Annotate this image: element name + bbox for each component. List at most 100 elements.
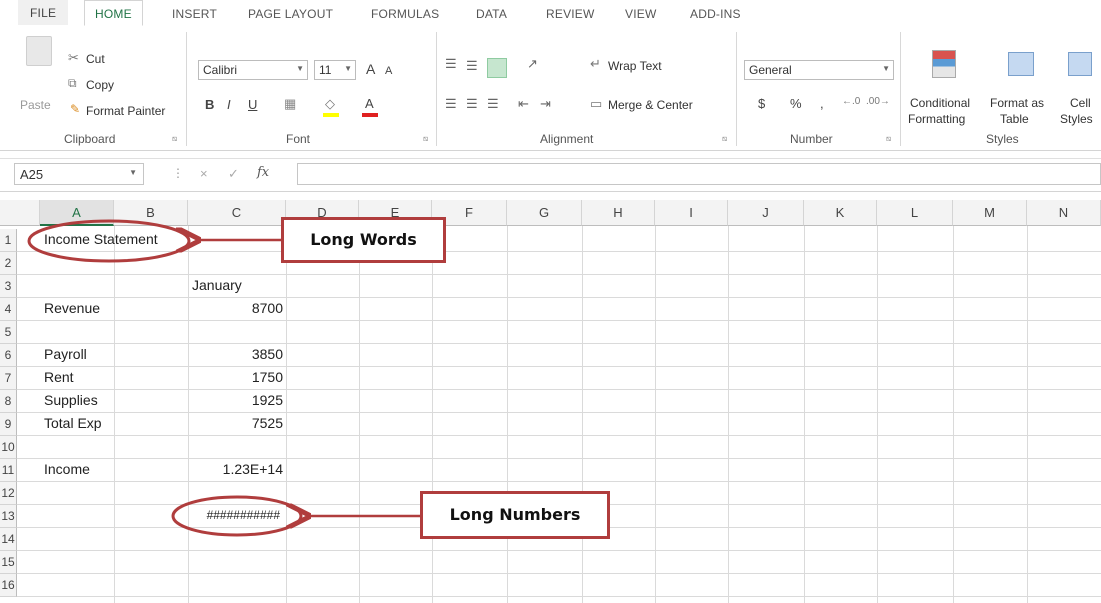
bold-button[interactable]: B bbox=[205, 97, 214, 112]
dialog-launcher-icon[interactable]: ⧅ bbox=[886, 134, 891, 144]
column-header[interactable]: J bbox=[728, 200, 804, 226]
row-header[interactable]: 11 bbox=[0, 459, 17, 482]
chevron-down-icon: ▼ bbox=[296, 64, 304, 73]
dialog-launcher-icon[interactable]: ⧅ bbox=[423, 134, 428, 144]
row-header[interactable]: 14 bbox=[0, 528, 17, 551]
row-header[interactable]: 16 bbox=[0, 574, 17, 597]
border-icon[interactable]: ▦ bbox=[284, 96, 296, 112]
increase-decimal-icon[interactable]: ←.0 bbox=[842, 96, 860, 107]
cell-c13[interactable]: ########### bbox=[188, 504, 280, 527]
cut-button[interactable]: Cut bbox=[86, 52, 105, 66]
column-header[interactable]: A bbox=[40, 200, 114, 226]
font-name-select[interactable]: Calibri ▼ bbox=[198, 60, 308, 80]
tab-view[interactable]: VIEW bbox=[625, 7, 656, 21]
cancel-button[interactable]: × bbox=[200, 166, 208, 181]
row-header[interactable]: 6 bbox=[0, 344, 17, 367]
cell-a11[interactable]: Income bbox=[44, 458, 90, 481]
format-as-table-button[interactable]: Format as Table bbox=[986, 34, 1050, 126]
align-bottom-button[interactable] bbox=[487, 58, 507, 78]
tab-add-ins[interactable]: ADD-INS bbox=[690, 7, 741, 21]
cell-styles-button[interactable]: Cell Styles bbox=[1054, 34, 1101, 126]
font-color-button[interactable]: A bbox=[365, 96, 374, 111]
conditional-formatting-label-line2: Formatting bbox=[908, 112, 966, 126]
name-box[interactable]: A25 ▼ bbox=[14, 163, 144, 185]
align-left-icon[interactable]: ☰ bbox=[445, 96, 457, 112]
dialog-launcher-icon[interactable]: ⧅ bbox=[172, 134, 177, 144]
column-header[interactable]: K bbox=[804, 200, 877, 226]
cell-a4[interactable]: Revenue bbox=[44, 297, 100, 320]
worksheet-grid[interactable] bbox=[0, 200, 1101, 603]
tab-data[interactable]: DATA bbox=[476, 7, 507, 21]
cell-c8[interactable]: 1925 bbox=[188, 389, 283, 412]
increase-font-size-button[interactable]: A bbox=[366, 61, 375, 77]
tab-home[interactable]: HOME bbox=[84, 0, 143, 26]
cell-c11[interactable]: 1.23E+14 bbox=[188, 458, 283, 481]
cell-c9[interactable]: 7525 bbox=[188, 412, 283, 435]
column-header[interactable]: L bbox=[877, 200, 953, 226]
enter-button[interactable]: ✓ bbox=[228, 166, 239, 182]
percent-button[interactable]: % bbox=[790, 96, 802, 111]
tab-formulas[interactable]: FORMULAS bbox=[371, 7, 439, 21]
underline-button[interactable]: U bbox=[248, 97, 257, 112]
conditional-formatting-button[interactable]: Conditional Formatting bbox=[906, 34, 982, 126]
row-header[interactable]: 4 bbox=[0, 298, 17, 321]
wrap-text-button[interactable]: Wrap Text bbox=[608, 59, 662, 73]
currency-button[interactable]: $ bbox=[758, 96, 765, 111]
column-header[interactable]: B bbox=[114, 200, 188, 226]
copy-button[interactable]: Copy bbox=[86, 78, 114, 92]
tab-review[interactable]: REVIEW bbox=[546, 7, 595, 21]
column-header[interactable]: G bbox=[507, 200, 582, 226]
cell-c7[interactable]: 1750 bbox=[188, 366, 283, 389]
align-center-icon[interactable]: ☰ bbox=[466, 96, 478, 112]
tab-page-layout[interactable]: PAGE LAYOUT bbox=[248, 7, 333, 21]
number-format-select[interactable]: General ▼ bbox=[744, 60, 894, 80]
formula-input[interactable] bbox=[297, 163, 1101, 185]
italic-button[interactable]: I bbox=[227, 97, 231, 112]
decrease-indent-icon[interactable]: ⇤ bbox=[518, 96, 529, 112]
cell-c4[interactable]: 8700 bbox=[188, 297, 283, 320]
dialog-launcher-icon[interactable]: ⧅ bbox=[722, 134, 727, 144]
cell-a9[interactable]: Total Exp bbox=[44, 412, 102, 435]
insert-function-button[interactable]: fx bbox=[257, 165, 269, 180]
cell-a7[interactable]: Rent bbox=[44, 366, 74, 389]
decrease-font-size-button[interactable]: A bbox=[385, 65, 392, 77]
row-header[interactable]: 15 bbox=[0, 551, 17, 574]
align-right-icon[interactable]: ☰ bbox=[487, 96, 499, 112]
column-header[interactable]: C bbox=[188, 200, 286, 226]
select-all-corner[interactable] bbox=[0, 200, 40, 226]
row-header[interactable]: 5 bbox=[0, 321, 17, 344]
paste-button[interactable]: Paste bbox=[20, 34, 58, 124]
tab-file[interactable]: FILE bbox=[18, 0, 69, 25]
row-header[interactable]: 1 bbox=[0, 229, 17, 252]
cell-a8[interactable]: Supplies bbox=[44, 389, 98, 412]
row-header[interactable]: 12 bbox=[0, 482, 17, 505]
align-top-icon[interactable]: ☰ bbox=[445, 56, 457, 72]
format-painter-button[interactable]: Format Painter bbox=[86, 104, 165, 118]
column-header[interactable]: I bbox=[655, 200, 728, 226]
row-header[interactable]: 13 bbox=[0, 505, 17, 528]
row-header[interactable]: 10 bbox=[0, 436, 17, 459]
cell-c6[interactable]: 3850 bbox=[188, 343, 283, 366]
row-header[interactable]: 7 bbox=[0, 367, 17, 390]
comma-button[interactable]: , bbox=[820, 96, 824, 111]
increase-indent-icon[interactable]: ⇥ bbox=[540, 96, 551, 112]
fill-color-icon[interactable]: ◇ bbox=[325, 96, 335, 112]
cell-c3[interactable]: January bbox=[192, 274, 242, 297]
column-header[interactable]: H bbox=[582, 200, 655, 226]
orientation-icon[interactable]: ↗ bbox=[527, 56, 538, 72]
align-middle-icon[interactable]: ☰ bbox=[466, 58, 478, 74]
merge-center-button[interactable]: Merge & Center bbox=[608, 98, 693, 112]
row-header[interactable]: 9 bbox=[0, 413, 17, 436]
conditional-formatting-icon bbox=[932, 50, 956, 78]
row-header[interactable]: 8 bbox=[0, 390, 17, 413]
row-header[interactable]: 3 bbox=[0, 275, 17, 298]
tab-insert[interactable]: INSERT bbox=[172, 7, 217, 21]
font-size-select[interactable]: 11 ▼ bbox=[314, 60, 356, 80]
column-header[interactable]: N bbox=[1027, 200, 1101, 226]
cell-a6[interactable]: Payroll bbox=[44, 343, 87, 366]
column-header[interactable]: M bbox=[953, 200, 1027, 226]
decrease-decimal-icon[interactable]: .00→ bbox=[866, 96, 890, 107]
row-header[interactable]: 2 bbox=[0, 252, 17, 275]
cell-a1[interactable]: Income Statement bbox=[44, 228, 158, 251]
grid-line bbox=[286, 226, 287, 603]
